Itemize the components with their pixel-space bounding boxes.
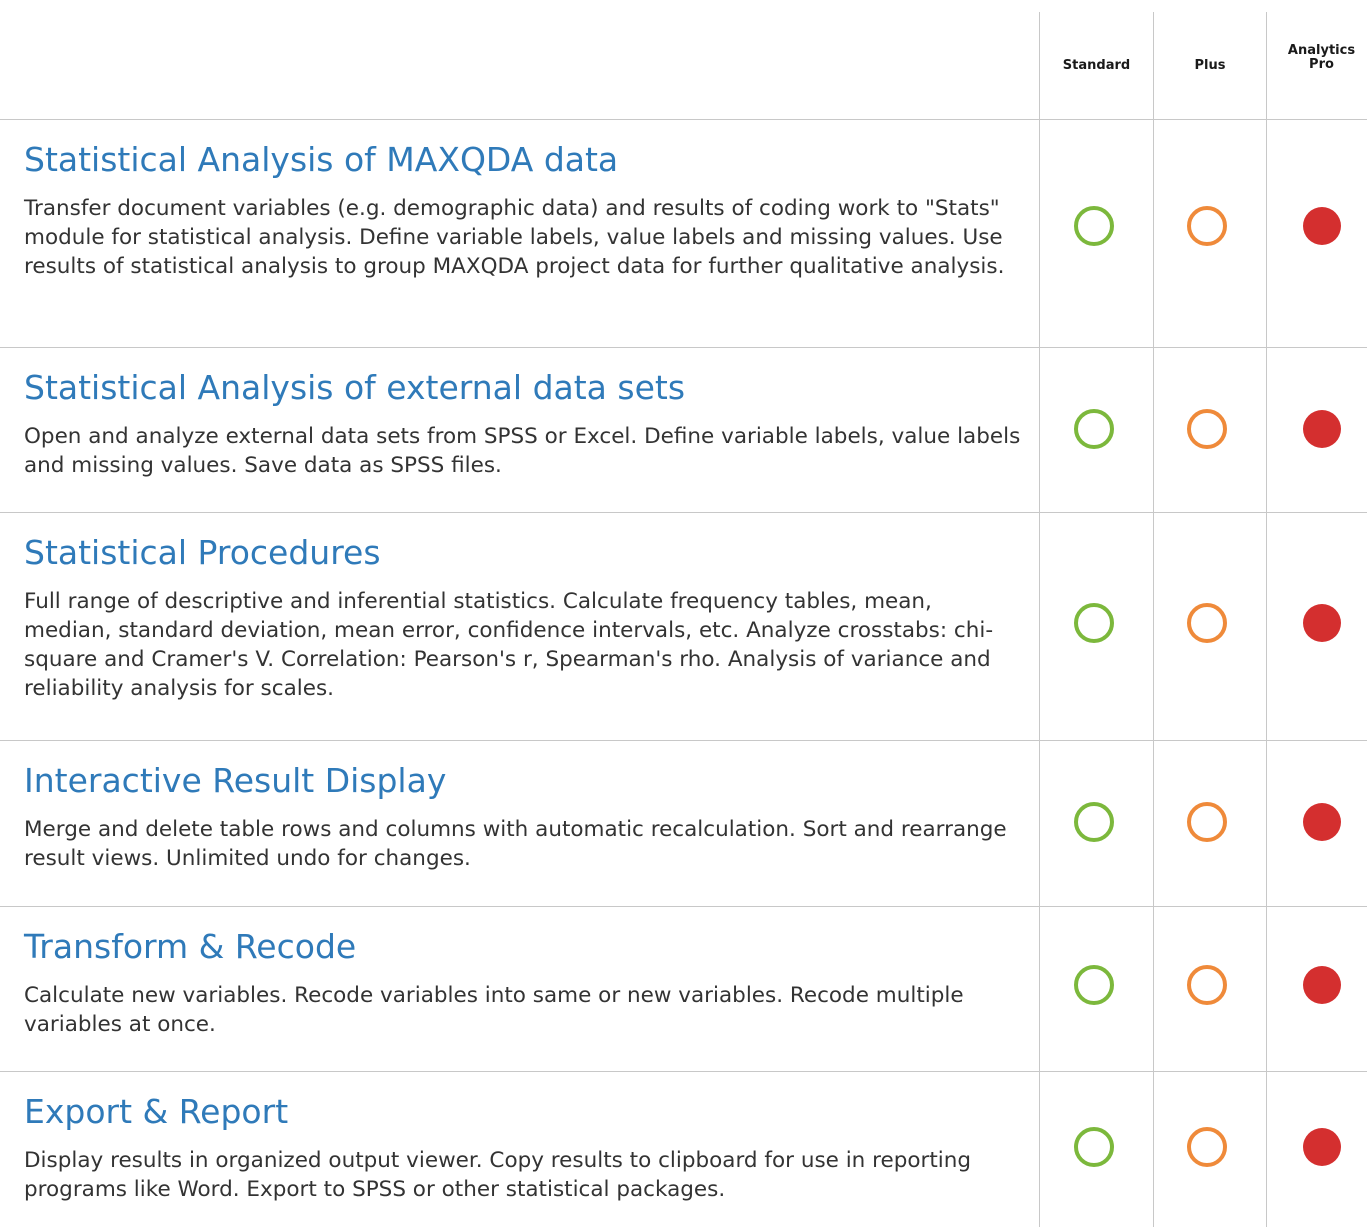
feature-row: Export & Report Display results in organ… xyxy=(0,1072,1367,1227)
filled-circle-red-icon xyxy=(1303,410,1341,448)
open-circle-green-icon xyxy=(1074,206,1114,246)
feature-title: Interactive Result Display xyxy=(24,761,447,800)
feature-title: Export & Report xyxy=(24,1092,289,1131)
column-header-standard: Standard xyxy=(1062,58,1131,73)
feature-title: Statistical Analysis of MAXQDA data xyxy=(24,140,619,179)
open-circle-green-icon xyxy=(1074,965,1114,1005)
feature-description: Display results in organized output view… xyxy=(24,1148,972,1202)
feature-description: Transfer document variables (e.g. demogr… xyxy=(24,196,1005,279)
feature-comparison-table: Standard Plus Analytics Pro Statistical A… xyxy=(0,0,1367,1227)
feature-description: Merge and delete table rows and columns … xyxy=(24,817,1007,871)
open-circle-orange-icon xyxy=(1187,603,1227,643)
feature-description: Full range of descriptive and inferentia… xyxy=(24,589,994,701)
filled-circle-red-icon xyxy=(1303,1128,1341,1166)
open-circle-orange-icon xyxy=(1187,802,1227,842)
feature-row: Statistical Analysis of external data se… xyxy=(0,348,1367,513)
column-header-plus: Plus xyxy=(1194,58,1226,73)
open-circle-green-icon xyxy=(1074,603,1114,643)
filled-circle-red-icon xyxy=(1303,803,1341,841)
feature-title: Transform & Recode xyxy=(24,927,357,966)
filled-circle-red-icon xyxy=(1303,604,1341,642)
feature-title: Statistical Procedures xyxy=(24,533,381,572)
feature-row: Statistical Procedures Full range of des… xyxy=(0,513,1367,741)
open-circle-green-icon xyxy=(1074,1127,1114,1167)
filled-circle-red-icon xyxy=(1303,966,1341,1004)
open-circle-orange-icon xyxy=(1187,1127,1227,1167)
feature-row: Interactive Result Display Merge and del… xyxy=(0,741,1367,907)
feature-description: Calculate new variables. Recode variable… xyxy=(24,983,964,1037)
open-circle-green-icon xyxy=(1074,802,1114,842)
feature-description: Open and analyze external data sets from… xyxy=(24,424,1021,478)
column-header-analytics-pro-label: Analytics Pro xyxy=(1287,43,1356,72)
open-circle-orange-icon xyxy=(1187,206,1227,246)
open-circle-orange-icon xyxy=(1187,965,1227,1005)
filled-circle-red-icon xyxy=(1303,207,1341,245)
feature-title: Statistical Analysis of external data se… xyxy=(24,368,686,407)
feature-row: Statistical Analysis of MAXQDA data Tran… xyxy=(0,120,1367,348)
feature-row: Transform & Recode Calculate new variabl… xyxy=(0,907,1367,1072)
open-circle-orange-icon xyxy=(1187,409,1227,449)
column-header-analytics-pro: Analytics Pro xyxy=(1276,44,1367,84)
table-header-row: Standard Plus Analytics Pro xyxy=(0,0,1367,120)
open-circle-green-icon xyxy=(1074,409,1114,449)
